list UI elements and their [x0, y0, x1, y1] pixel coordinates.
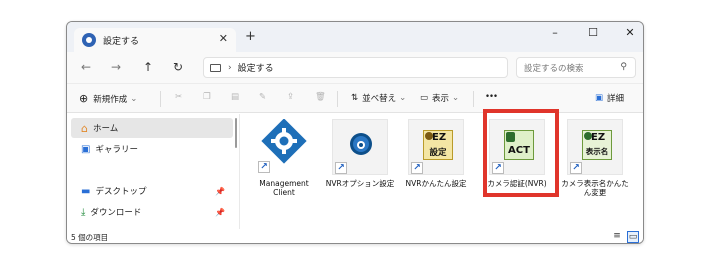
file-item-nvr-easy-setup[interactable]: EZ 設定 ↗ NVRかんたん設定 — [404, 119, 468, 199]
shortcut-arrow-icon: ↗ — [258, 161, 270, 173]
file-thumbnail: EZ 設定 ↗ — [408, 119, 464, 175]
file-label: カメラ表示名かんたん変更 — [561, 179, 629, 197]
monitor-icon — [210, 63, 221, 72]
sidebar-item-gallery[interactable]: ▣ ギャラリー — [71, 139, 233, 159]
file-label: NVRかんたん設定 — [405, 179, 467, 188]
plus-circle-icon: ⊕ — [79, 92, 89, 105]
search-placeholder: 設定するの検索 — [524, 63, 584, 74]
file-item-nvr-options[interactable]: ↗ NVRオプション設定 — [326, 119, 394, 199]
toolbar-divider — [337, 91, 338, 107]
chevron-down-icon: ⌄ — [130, 93, 138, 104]
view-button[interactable]: ▭ 表示 ⌄ — [420, 92, 459, 104]
file-item-camera-rename[interactable]: EZ 表示名 ↗ カメラ表示名かんたん変更 — [561, 119, 629, 199]
chevron-down-icon: ⌄ — [399, 93, 407, 103]
shortcut-arrow-icon: ↗ — [335, 162, 347, 174]
ez-caption: 設定 — [429, 148, 447, 158]
maximize-button[interactable]: ☐ — [583, 26, 603, 39]
sidebar-item-label: デスクトップ — [95, 187, 147, 197]
file-thumbnail: EZ 表示名 ↗ — [567, 119, 623, 175]
file-list: ↗ Management Client ↗ NVRオプション設定 EZ 設定 ↗… — [240, 114, 643, 230]
shortcut-arrow-icon: ↗ — [411, 162, 423, 174]
shortcut-arrow-icon: ↗ — [570, 162, 582, 174]
gallery-icon: ▣ — [81, 143, 91, 155]
copy-icon[interactable]: ❐ — [203, 92, 211, 102]
item-count: 5 個の項目 — [71, 233, 109, 242]
sort-button[interactable]: ⇅ 並べ替え ⌄ — [351, 92, 406, 104]
sidebar-item-label: ホーム — [92, 124, 119, 134]
details-button[interactable]: ▣ 詳細 — [595, 92, 624, 104]
view-label: 表示 — [432, 94, 450, 104]
forward-button[interactable]: → — [111, 60, 121, 74]
download-icon: ⤓ — [81, 206, 86, 218]
close-button[interactable]: ✕ — [620, 26, 640, 39]
list-view-button[interactable]: ≡ — [611, 231, 623, 243]
file-label: Management Client — [259, 179, 309, 197]
ez-badge: EZ — [591, 132, 606, 143]
cut-icon[interactable]: ✂ — [175, 92, 182, 102]
minimize-button[interactable]: – — [545, 26, 565, 39]
toolbar-divider — [160, 91, 161, 107]
search-input[interactable]: 設定するの検索 ⚲ — [516, 57, 636, 78]
sidebar-item-desktop[interactable]: ▬ デスクトップ 📌 — [71, 181, 233, 201]
settings-folder-icon — [82, 33, 96, 47]
navigation-pane: ⌂ ホーム ▣ ギャラリー ▬ デスクトップ 📌 ⤓ ダウンロード 📌 — [67, 114, 239, 230]
ez-caption: 表示名 — [585, 147, 609, 156]
breadcrumb-current[interactable]: 設定する — [238, 61, 274, 74]
sidebar-item-downloads[interactable]: ⤓ ダウンロード 📌 — [71, 202, 233, 222]
file-thumbnail: ↗ — [332, 119, 388, 175]
tab-close-icon[interactable]: ✕ — [219, 32, 228, 45]
details-label: 詳細 — [607, 94, 625, 104]
tile-view-button[interactable]: ▭ — [627, 231, 639, 243]
refresh-button[interactable]: ↻ — [173, 60, 183, 74]
highlight-box — [483, 109, 559, 197]
status-bar: 5 個の項目 ≡ ▭ — [67, 229, 643, 243]
home-icon: ⌂ — [81, 121, 88, 135]
sidebar-item-home[interactable]: ⌂ ホーム — [71, 118, 233, 138]
view-icon: ▭ — [420, 93, 429, 103]
chevron-down-icon: ⌄ — [452, 93, 460, 103]
tab-label: 設定する — [103, 36, 140, 47]
file-thumbnail: ↗ — [256, 118, 312, 175]
rename-icon[interactable]: ✎ — [259, 92, 266, 102]
chevron-right-icon: › — [228, 62, 232, 73]
new-button[interactable]: ⊕ 新規作成 ⌄ — [79, 92, 137, 105]
new-tab-button[interactable]: + — [245, 29, 256, 44]
tab-settings[interactable]: 設定する ✕ — [74, 28, 236, 52]
more-options-button[interactable]: ••• — [485, 92, 498, 102]
title-bar: 設定する ✕ + – ☐ ✕ — [67, 22, 643, 52]
new-label: 新規作成 — [93, 94, 128, 105]
share-icon[interactable]: ⇪ — [287, 92, 294, 102]
details-pane-icon: ▣ — [595, 93, 604, 103]
delete-icon[interactable]: 🗑 — [315, 92, 326, 102]
sidebar-scrollbar[interactable] — [235, 118, 237, 148]
file-item-management-client[interactable]: ↗ Management Client — [252, 118, 316, 199]
toolbar-divider — [473, 91, 474, 107]
address-field[interactable]: › 設定する — [203, 57, 508, 78]
address-bar: ← → ↑ ↻ › 設定する 設定するの検索 ⚲ — [67, 52, 643, 83]
sidebar-item-label: ギャラリー — [95, 145, 138, 155]
back-button[interactable]: ← — [81, 60, 91, 74]
desktop-icon: ▬ — [81, 185, 91, 197]
sidebar-item-label: ダウンロード — [90, 208, 142, 218]
file-label: NVRオプション設定 — [325, 179, 395, 188]
up-button[interactable]: ↑ — [143, 60, 153, 74]
pin-icon[interactable]: 📌 — [215, 208, 225, 217]
ez-rename-icon: EZ 表示名 — [582, 130, 612, 160]
ez-badge: EZ — [432, 132, 447, 143]
sort-label: 並べ替え — [362, 94, 397, 104]
pin-icon[interactable]: 📌 — [215, 187, 225, 196]
paste-icon[interactable]: ▤ — [231, 92, 239, 102]
sort-icon: ⇅ — [351, 93, 359, 103]
search-icon: ⚲ — [620, 62, 627, 72]
ez-setup-icon: EZ 設定 — [423, 130, 453, 160]
